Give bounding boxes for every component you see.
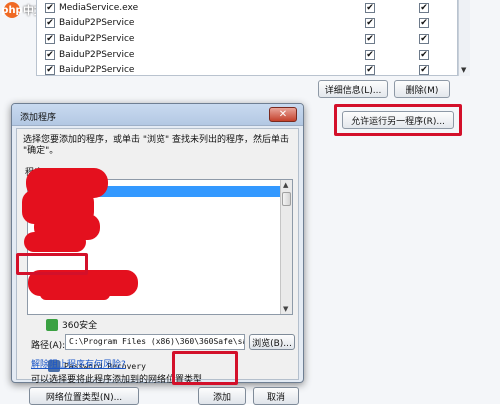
close-icon[interactable]: ✕: [269, 107, 297, 122]
redaction-mark: [40, 288, 110, 300]
add-button[interactable]: 添加: [198, 387, 246, 405]
program-name: BaiduP2PService: [59, 34, 135, 44]
dialog-title: 添加程序: [20, 113, 57, 123]
program-label: 360安全: [62, 321, 98, 331]
list-item[interactable]: ✔ BaiduP2PService ✔ ✔: [37, 47, 457, 63]
remove-button[interactable]: 删除(M): [394, 80, 450, 98]
scroll-thumb[interactable]: [282, 192, 291, 206]
checkbox-name[interactable]: ✔: [45, 50, 55, 60]
program-name: BaiduP2PService: [59, 65, 135, 75]
path-label: 路径(A):: [31, 341, 66, 351]
list-item[interactable]: ✔ MediaService.exe ✔ ✔: [37, 0, 457, 16]
list-scrollbar[interactable]: ▼: [458, 0, 470, 76]
watermark-logo: php: [1, 2, 23, 18]
list-item[interactable]: ✔ BaiduP2PService ✔ ✔: [37, 62, 457, 78]
scroll-down-icon[interactable]: ▼: [283, 305, 288, 313]
network-location-button[interactable]: 网络位置类型(N)...: [29, 387, 139, 405]
program-list-scrollbar[interactable]: ▲ ▼: [280, 180, 292, 314]
redaction-mark: [24, 232, 86, 252]
allowed-programs-list[interactable]: ✔ MediaService.exe ✔ ✔ ✔ BaiduP2PService…: [36, 0, 458, 76]
cancel-button[interactable]: 取消: [253, 387, 299, 405]
browse-button[interactable]: 浏览(B)...: [249, 334, 295, 350]
scroll-up-icon[interactable]: ▲: [283, 181, 288, 189]
allow-another-program-button[interactable]: 允许运行另一程序(R)...: [342, 111, 454, 129]
checkbox-name[interactable]: ✔: [45, 18, 55, 28]
checkbox-home[interactable]: ✔: [365, 3, 375, 13]
checkbox-public[interactable]: ✔: [419, 50, 429, 60]
instruction-text: 选择您要添加的程序，或单击 "浏览" 查找未列出的程序，然后单击 "确定"。: [23, 135, 290, 156]
network-location-text: 可以选择要将此程序添加到的网络位置类型: [31, 375, 203, 385]
checkbox-public[interactable]: ✔: [419, 65, 429, 75]
scroll-down-icon[interactable]: ▼: [461, 66, 466, 74]
checkbox-home[interactable]: ✔: [365, 65, 375, 75]
dialog-titlebar[interactable]: 添加程序 ✕: [12, 104, 303, 126]
checkbox-public[interactable]: ✔: [419, 34, 429, 44]
dialog-body: 选择您要添加的程序，或单击 "浏览" 查找未列出的程序，然后单击 "确定"。 程…: [16, 128, 299, 405]
checkbox-public[interactable]: ✔: [419, 3, 429, 13]
checkbox-name[interactable]: ✔: [45, 65, 55, 75]
program-name: BaiduP2PService: [59, 18, 135, 28]
program-name: MediaService.exe: [59, 3, 139, 13]
list-item[interactable]: ✔ BaiduP2PService ✔ ✔: [37, 31, 457, 47]
list-item[interactable]: ✔ BaiduP2PService ✔ ✔: [37, 15, 457, 31]
checkbox-home[interactable]: ✔: [365, 18, 375, 28]
risk-help-link[interactable]: 解除阻止程序有何风险?: [31, 357, 126, 370]
checkbox-name[interactable]: ✔: [45, 3, 55, 13]
list-item-360[interactable]: 360安全: [46, 318, 97, 331]
details-button[interactable]: 详细信息(L)...: [318, 80, 388, 98]
program-name: BaiduP2PService: [59, 50, 135, 60]
checkbox-public[interactable]: ✔: [419, 18, 429, 28]
checkbox-home[interactable]: ✔: [365, 50, 375, 60]
checkbox-home[interactable]: ✔: [365, 34, 375, 44]
app-360-icon: [46, 318, 58, 331]
checkbox-name[interactable]: ✔: [45, 34, 55, 44]
path-input[interactable]: C:\Program Files (x86)\360\360Safe\sa: [65, 334, 245, 350]
